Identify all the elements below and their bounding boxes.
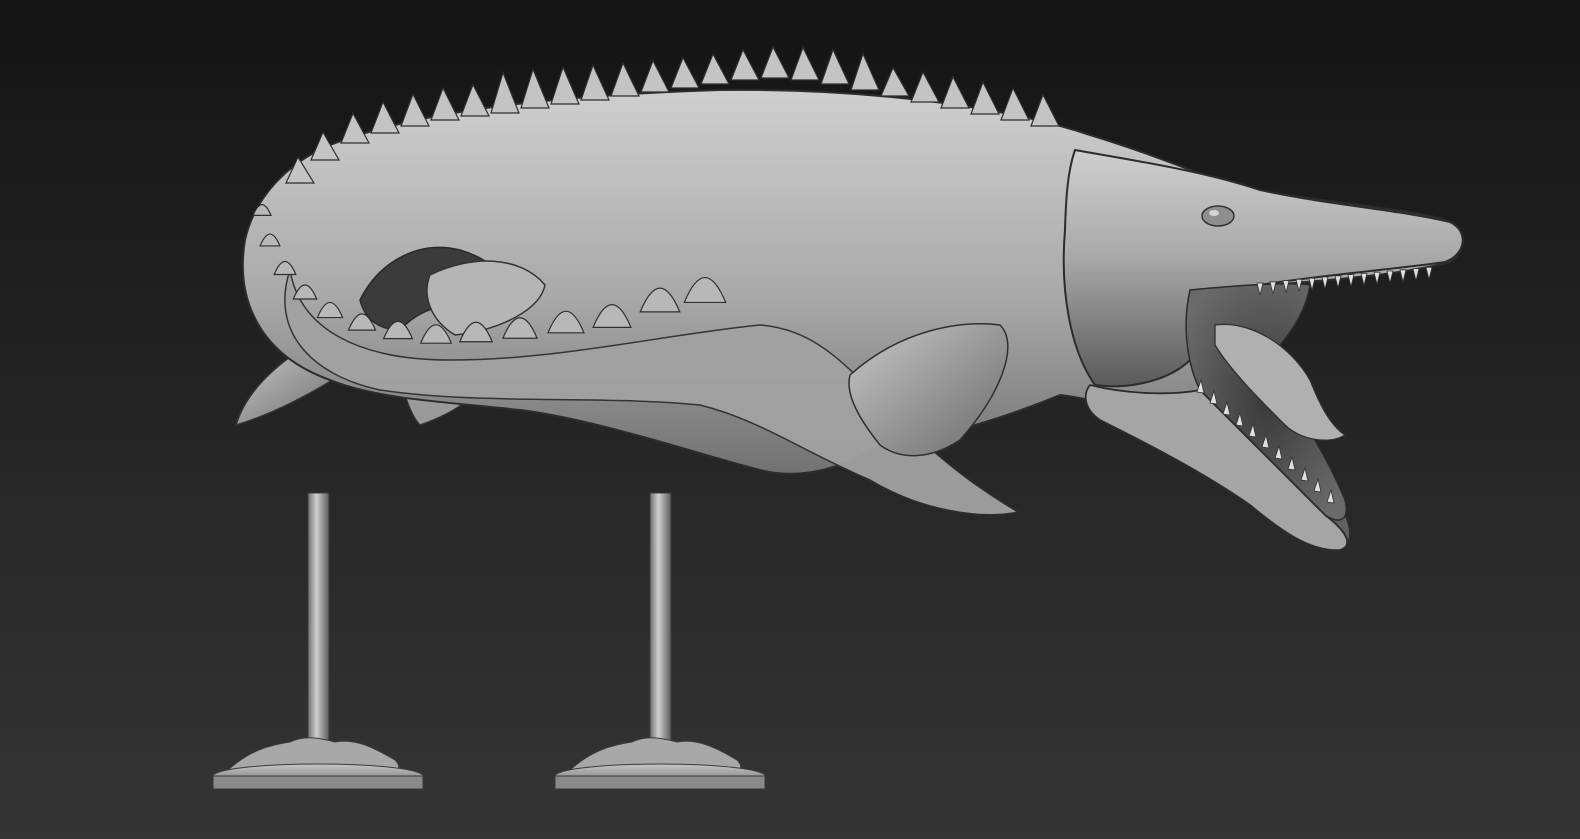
stand-right-base-rim [554, 775, 766, 790]
3d-viewport[interactable] [0, 0, 1580, 839]
stand-left-pole [307, 492, 330, 750]
stand-left-base-rim [212, 775, 424, 790]
eye [1201, 205, 1235, 227]
render-scene [0, 0, 1580, 839]
eye-highlight [1209, 210, 1219, 216]
stand-right-pole [649, 492, 672, 750]
